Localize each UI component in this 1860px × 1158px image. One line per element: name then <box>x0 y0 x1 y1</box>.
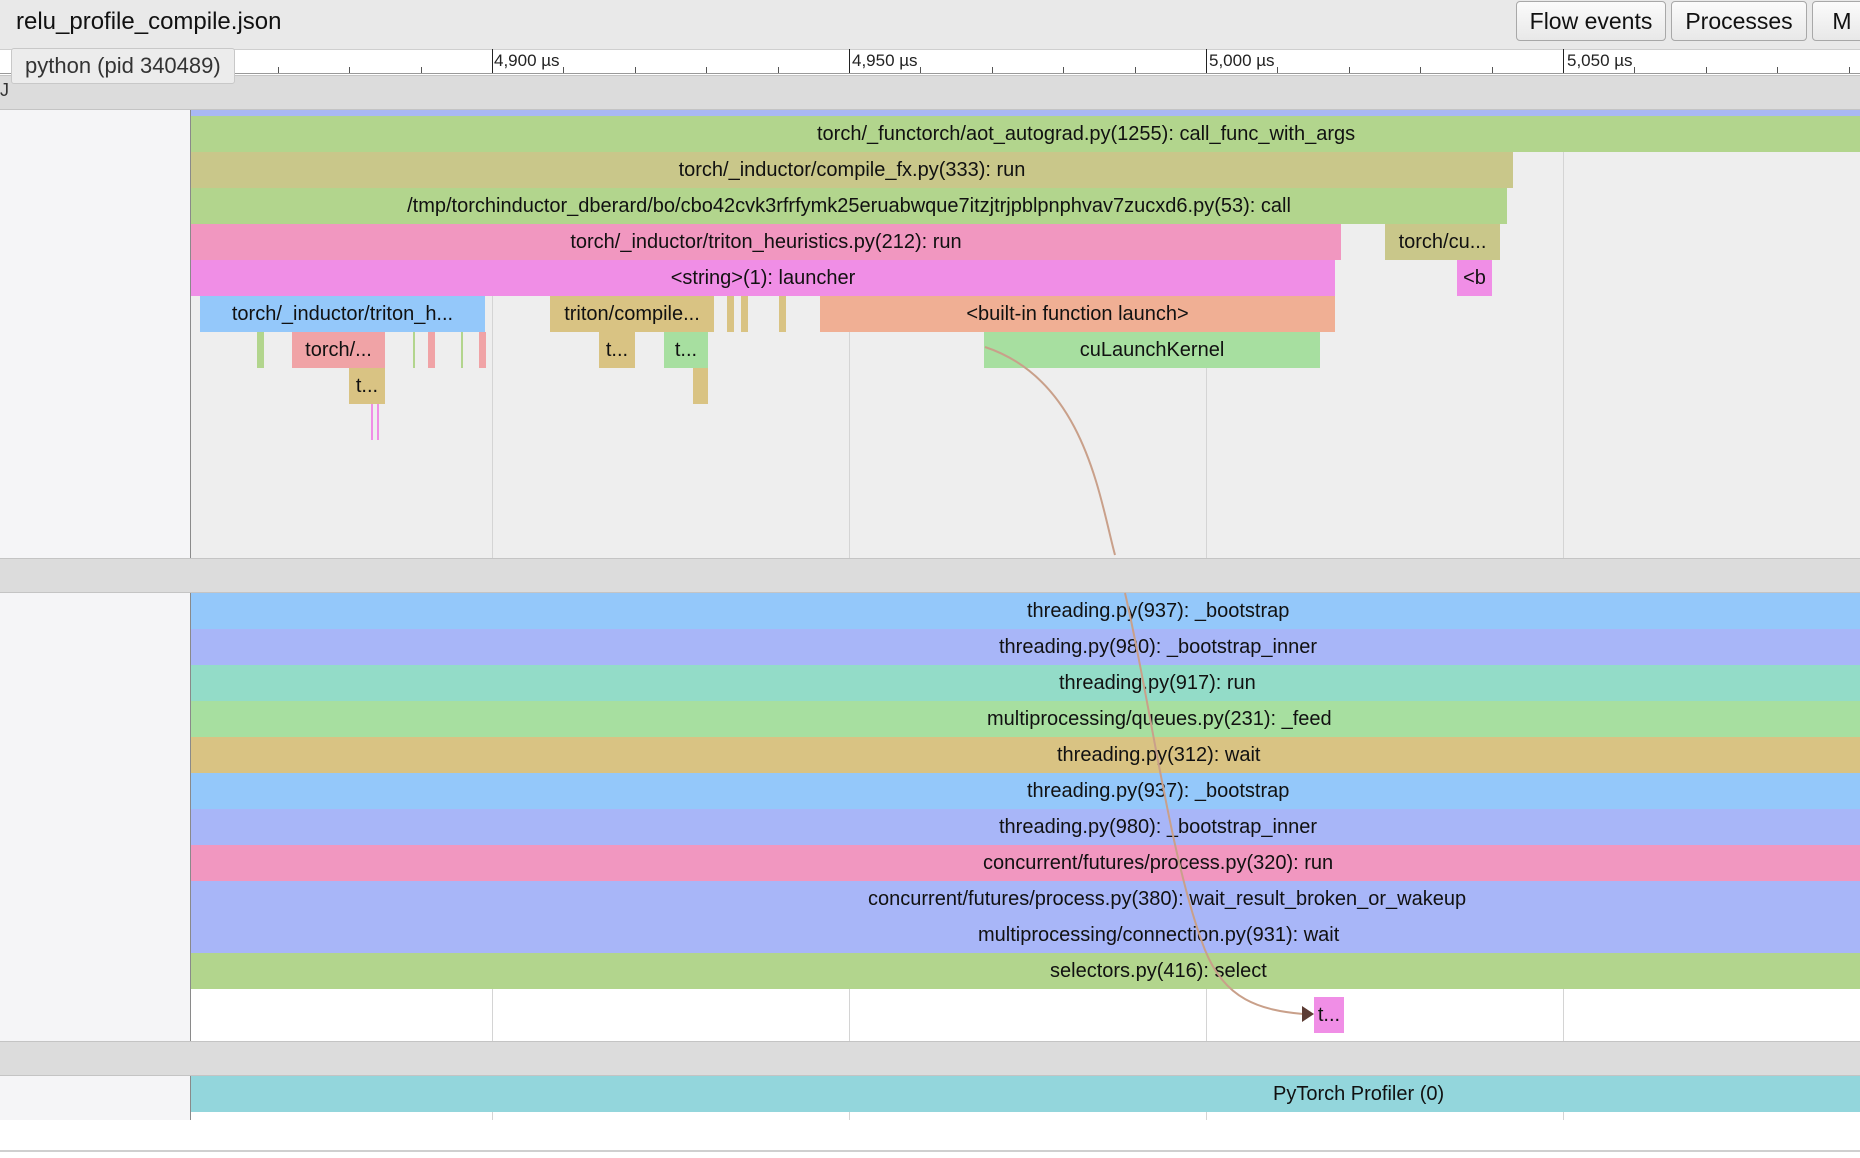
ruler-minor-tick <box>992 67 993 73</box>
ruler-major-tick <box>849 49 850 73</box>
time-ruler[interactable]: 4,900 µs 4,950 µs 5,000 µs 5,050 µs <box>0 49 1860 74</box>
ruler-label-5050: 5,050 µs <box>1567 51 1633 70</box>
slice-bootstrap-inner-2[interactable]: threading.py(980): _bootstrap_inner <box>191 809 1860 845</box>
slice-thin-i[interactable] <box>693 368 708 404</box>
processes-button[interactable]: Processes <box>1671 1 1807 41</box>
ruler-minor-tick <box>1706 67 1707 73</box>
flow-events-button[interactable]: Flow events <box>1516 1 1666 41</box>
slice-thin-e[interactable] <box>413 332 415 368</box>
ruler-minor-tick <box>1349 67 1350 73</box>
main-thread-label[interactable] <box>0 110 191 558</box>
bottom-divider <box>0 1150 1860 1152</box>
slice-t2[interactable]: t... <box>664 332 708 368</box>
ruler-minor-tick <box>1777 67 1778 73</box>
slice-thin-b[interactable] <box>741 296 748 332</box>
ruler-minor-tick <box>1135 67 1136 73</box>
slice-t3[interactable]: t... <box>349 368 385 404</box>
profiler-track-label[interactable] <box>0 1076 191 1120</box>
ruler-label-4900: 4,900 µs <box>494 51 560 70</box>
thread-separator[interactable] <box>0 558 1860 593</box>
slice-connection-wait[interactable]: multiprocessing/connection.py(931): wait <box>191 917 1860 953</box>
slice-t1[interactable]: t... <box>599 332 635 368</box>
slice-wait-1[interactable]: threading.py(312): wait <box>191 737 1860 773</box>
ruler-minor-tick <box>278 67 279 73</box>
slice-thin-a[interactable] <box>727 296 734 332</box>
slice-builtin-launch[interactable]: <built-in function launch> <box>820 296 1335 332</box>
slice-run-1[interactable]: threading.py(917): run <box>191 665 1860 701</box>
ruler-minor-tick <box>920 67 921 73</box>
slice-torch-dot[interactable]: torch/... <box>292 332 385 368</box>
ruler-minor-tick <box>1492 67 1493 73</box>
slice-heuristics-run[interactable]: torch/_inductor/triton_heuristics.py(212… <box>191 224 1341 260</box>
slice-thin-c[interactable] <box>779 296 786 332</box>
ruler-major-tick <box>1563 49 1564 73</box>
worker-thread-track[interactable]: threading.py(937): _bootstrap threading.… <box>191 593 1860 1041</box>
slice-tmp-call[interactable]: /tmp/torchinductor_dberard/bo/cbo42cvk3r… <box>191 188 1507 224</box>
ruler-minor-tick <box>421 67 422 73</box>
ruler-minor-tick <box>778 67 779 73</box>
ruler-major-tick <box>492 49 493 73</box>
ruler-label-5000: 5,000 µs <box>1209 51 1275 70</box>
process-header[interactable] <box>0 75 1860 110</box>
process-tooltip: python (pid 340489) <box>11 48 235 84</box>
slice-thin-h[interactable] <box>479 332 486 368</box>
slice-select[interactable]: selectors.py(416): select <box>191 953 1860 989</box>
worker-thread-label[interactable] <box>0 593 191 1041</box>
ruler-minor-tick <box>635 67 636 73</box>
slice-thin-d[interactable] <box>257 332 264 368</box>
slice-pytorch-profiler[interactable]: PyTorch Profiler (0) <box>191 1076 1860 1112</box>
slice-process-run[interactable]: concurrent/futures/process.py(320): run <box>191 845 1860 881</box>
slice-thin-j[interactable] <box>371 404 373 440</box>
top-toolbar: relu_profile_compile.json Flow events Pr… <box>0 0 1860 50</box>
ruler-minor-tick <box>1634 67 1635 73</box>
ruler-minor-tick <box>1277 67 1278 73</box>
ruler-minor-tick <box>1063 67 1064 73</box>
slice-triton-h[interactable]: torch/_inductor/triton_h... <box>200 296 485 332</box>
slice-call-func[interactable]: torch/_functorch/aot_autograd.py(1255): … <box>191 116 1860 152</box>
slice-thin-k[interactable] <box>377 404 379 440</box>
slice-flow-target[interactable]: t... <box>1314 997 1344 1033</box>
slice-wait-result[interactable]: concurrent/futures/process.py(380): wait… <box>191 881 1860 917</box>
slice-triton-compile[interactable]: triton/compile... <box>550 296 714 332</box>
profiler-track[interactable]: PyTorch Profiler (0) <box>191 1076 1860 1120</box>
slice-bootstrap-1[interactable]: threading.py(937): _bootstrap <box>191 593 1860 629</box>
ruler-minor-tick <box>706 67 707 73</box>
slice-torch-cu[interactable]: torch/cu... <box>1385 224 1500 260</box>
slice-feed[interactable]: multiprocessing/queues.py(231): _feed <box>191 701 1860 737</box>
slice-compile-fx-run[interactable]: torch/_inductor/compile_fx.py(333): run <box>191 152 1513 188</box>
main-thread-track[interactable]: torch/_functorch/aot_autograd.py(1255): … <box>191 110 1860 558</box>
file-title: relu_profile_compile.json <box>16 8 282 35</box>
slice-launcher[interactable]: <string>(1): launcher <box>191 260 1335 296</box>
slice-bootstrap-inner-1[interactable]: threading.py(980): _bootstrap_inner <box>191 629 1860 665</box>
expand-glyph: J <box>0 80 9 100</box>
more-button[interactable]: M <box>1812 1 1860 41</box>
profiler-process-header[interactable] <box>0 1041 1860 1076</box>
slice-builtin-b[interactable]: <b <box>1457 260 1492 296</box>
ruler-major-tick <box>1206 49 1207 73</box>
ruler-minor-tick <box>563 67 564 73</box>
ruler-label-4950: 4,950 µs <box>852 51 918 70</box>
ruler-minor-tick <box>349 67 350 73</box>
ruler-minor-tick <box>1420 67 1421 73</box>
slice-thin-g[interactable] <box>461 332 463 368</box>
slice-thin-f[interactable] <box>428 332 435 368</box>
ruler-minor-tick <box>1849 67 1850 73</box>
slice-bootstrap-2[interactable]: threading.py(937): _bootstrap <box>191 773 1860 809</box>
slice-cu-launch-kernel[interactable]: cuLaunchKernel <box>984 332 1320 368</box>
